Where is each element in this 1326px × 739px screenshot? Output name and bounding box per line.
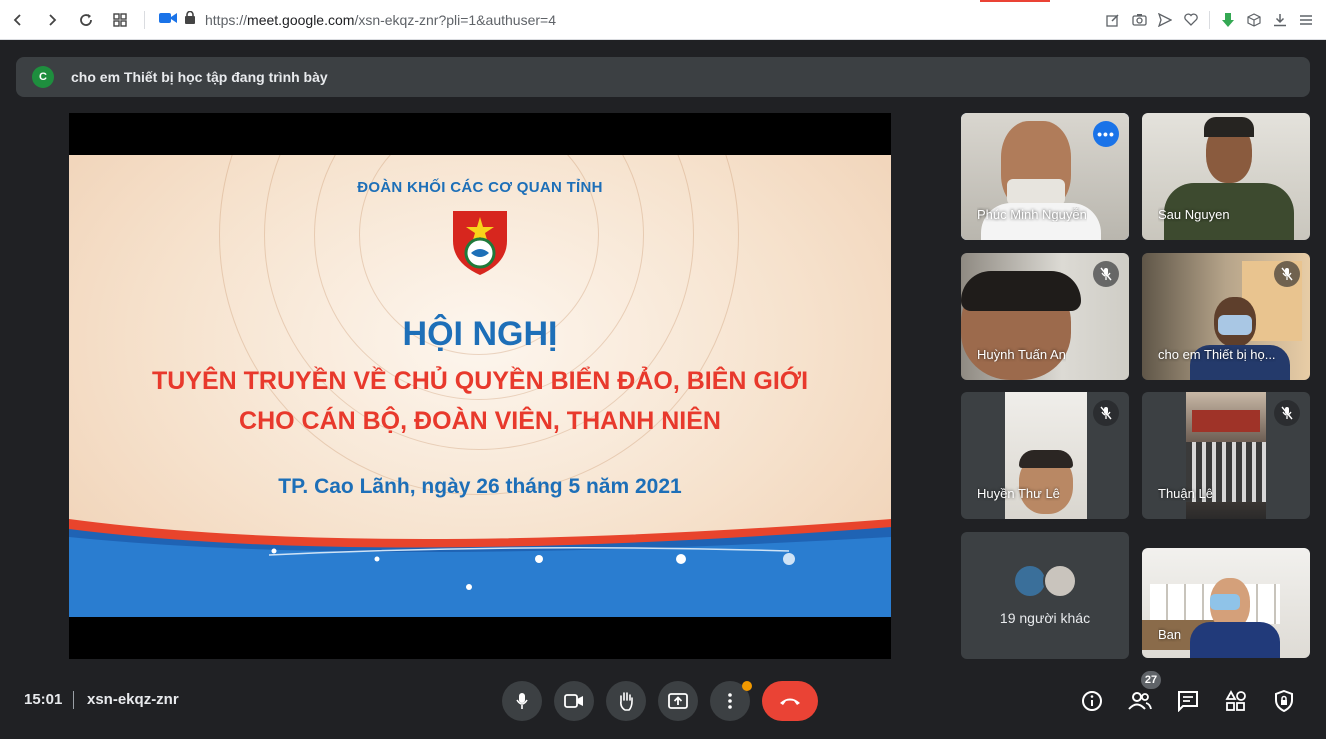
avatar (1013, 564, 1047, 598)
participant-tile[interactable]: Huỳnh Tuấn An (961, 253, 1129, 380)
menu-icon[interactable] (1298, 12, 1314, 28)
divider (73, 691, 74, 709)
others-avatars (1013, 564, 1077, 598)
download-icon[interactable] (1272, 12, 1288, 28)
back-icon[interactable] (8, 10, 28, 30)
host-controls-icon[interactable] (1270, 687, 1298, 715)
url-text: https://meet.google.com/xsn-ekqz-znr?pli… (205, 11, 556, 28)
meeting-time: 15:01 (24, 691, 63, 708)
meeting-controls-bar: 15:01 xsn-ekqz-znr (0, 665, 1326, 739)
participant-name: Huyền Thư Lê (977, 486, 1060, 501)
more-options-icon[interactable]: ••• (1093, 121, 1119, 147)
participant-tile[interactable]: cho em Thiết bị họ... (1142, 253, 1310, 380)
lock-icon (185, 10, 195, 29)
edit-icon[interactable] (1105, 12, 1121, 28)
cube-icon[interactable] (1246, 12, 1262, 28)
slide-organization: ĐOÀN KHỐI CÁC CƠ QUAN TỈNH (357, 179, 603, 196)
more-icon (728, 693, 732, 709)
tab-indicator (980, 0, 1050, 2)
send-icon[interactable] (1157, 12, 1173, 28)
extension-icon[interactable] (1220, 12, 1236, 28)
address-bar[interactable]: https://meet.google.com/xsn-ekqz-znr?pli… (159, 6, 1105, 34)
slide-wave-decoration (69, 519, 891, 617)
presentation-stage: ĐOÀN KHỐI CÁC CƠ QUAN TỈNH HỘI NGHỊ TUYÊ… (69, 113, 891, 659)
participant-name: Thuận Lê (1158, 486, 1213, 501)
participant-name: Huỳnh Tuấn An (977, 347, 1066, 362)
browser-toolbar: https://meet.google.com/xsn-ekqz-znr?pli… (0, 0, 1326, 40)
present-button[interactable] (658, 681, 698, 721)
meeting-code: xsn-ekqz-znr (87, 691, 179, 708)
people-icon[interactable] (1126, 687, 1154, 715)
heart-icon[interactable] (1183, 12, 1199, 28)
presenter-text: cho em Thiết bị học tập đang trình bày (71, 69, 328, 85)
participant-tile[interactable]: Thuận Lê (1142, 392, 1310, 519)
apps-icon[interactable] (110, 10, 130, 30)
hand-icon (620, 692, 633, 711)
presentation-banner: C cho em Thiết bị học tập đang trình bày (16, 57, 1310, 97)
participant-name: Phúc Minh Nguyễn (977, 207, 1087, 222)
slide-date: TP. Cao Lãnh, ngày 26 tháng 5 năm 2021 (278, 475, 682, 498)
participant-name: cho em Thiết bị họ... (1158, 347, 1276, 362)
video-icon (564, 694, 583, 708)
notification-dot (742, 681, 752, 691)
participant-tile[interactable]: Huyền Thư Lê (961, 392, 1129, 519)
mic-off-icon (1093, 400, 1119, 426)
shared-slide: ĐOÀN KHỐI CÁC CƠ QUAN TỈNH HỘI NGHỊ TUYÊ… (69, 155, 891, 617)
chat-icon[interactable] (1174, 687, 1202, 715)
more-options-button[interactable] (710, 681, 752, 721)
screenshot-icon[interactable] (1131, 12, 1147, 28)
participant-name: Ban (1158, 627, 1182, 642)
mic-off-icon (1093, 261, 1119, 287)
slide-title: HỘI NGHỊ (402, 315, 558, 353)
participant-name: Sau Nguyen (1158, 207, 1230, 222)
present-icon (668, 693, 688, 709)
self-tile[interactable]: Ban (1142, 548, 1310, 658)
mic-off-icon (1274, 400, 1300, 426)
mic-off-icon (1274, 261, 1300, 287)
camera-button[interactable] (554, 681, 594, 721)
participant-tile[interactable]: Sau Nguyen (1142, 113, 1310, 240)
raise-hand-button[interactable] (606, 681, 646, 721)
slide-subtitle-line1: TUYÊN TRUYỀN VỀ CHỦ QUYỀN BIỂN ĐẢO, BIÊN… (151, 367, 809, 395)
info-icon[interactable] (1078, 687, 1106, 715)
slide-subtitle-line2: CHO CÁN BỘ, ĐOÀN VIÊN, THANH NIÊN (239, 407, 721, 435)
participant-count-badge: 27 (1141, 671, 1161, 689)
presenter-avatar: C (32, 66, 54, 88)
youth-union-logo (449, 207, 511, 277)
camera-site-icon (159, 11, 177, 29)
participant-tile[interactable]: ••• Phúc Minh Nguyễn (961, 113, 1129, 240)
mic-button[interactable] (502, 681, 542, 721)
reload-icon[interactable] (76, 10, 96, 30)
forward-icon[interactable] (42, 10, 62, 30)
avatar (1043, 564, 1077, 598)
others-count-label: 19 người khác (999, 610, 1091, 626)
end-call-icon (780, 698, 800, 705)
mic-icon (516, 693, 528, 709)
end-call-button[interactable] (762, 681, 818, 721)
activities-icon[interactable] (1222, 687, 1250, 715)
others-tile[interactable]: 19 người khác (961, 532, 1129, 659)
